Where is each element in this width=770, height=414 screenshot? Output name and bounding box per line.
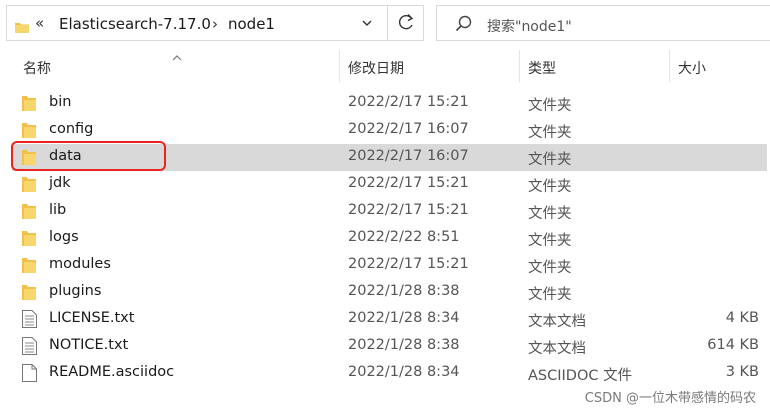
folder-icon bbox=[15, 18, 29, 37]
search-input[interactable]: 搜索"node1" bbox=[487, 16, 572, 36]
file-date: 2022/2/17 16:07 bbox=[348, 121, 469, 137]
address-dropdown-button[interactable] bbox=[355, 10, 379, 36]
refresh-button[interactable] bbox=[387, 6, 424, 40]
document-icon bbox=[22, 364, 37, 386]
column-header-row: 名称 修改日期 类型 大小 bbox=[0, 50, 770, 84]
file-row-lib[interactable]: lib 2022/2/17 15:21 文件夹 bbox=[12, 198, 767, 225]
file-name: config bbox=[49, 121, 94, 137]
folder-icon bbox=[22, 202, 36, 223]
column-divider[interactable] bbox=[519, 50, 520, 82]
search-icon bbox=[455, 15, 473, 37]
column-header-type[interactable]: 类型 bbox=[528, 58, 556, 78]
file-type: 文本文档 bbox=[528, 341, 586, 357]
search-box[interactable]: 搜索"node1" bbox=[436, 5, 770, 41]
chevron-down-icon bbox=[362, 20, 372, 26]
file-row-logs[interactable]: logs 2022/2/22 8:51 文件夹 bbox=[12, 225, 767, 252]
file-date: 2022/1/28 8:34 bbox=[348, 310, 460, 326]
file-type: 文件夹 bbox=[528, 179, 572, 195]
file-date: 2022/2/22 8:51 bbox=[348, 229, 460, 245]
file-name: plugins bbox=[49, 283, 102, 299]
refresh-icon bbox=[398, 14, 414, 30]
file-date: 2022/1/28 8:38 bbox=[348, 283, 460, 299]
breadcrumb-overflow-chevron[interactable]: « bbox=[35, 14, 44, 32]
file-type: 文件夹 bbox=[528, 152, 572, 168]
file-date: 2022/2/17 15:21 bbox=[348, 94, 469, 110]
file-date: 2022/2/17 16:07 bbox=[348, 148, 469, 164]
breadcrumb-segment-elasticsearch[interactable]: Elasticsearch-7.17.0 bbox=[59, 15, 211, 33]
column-header-name[interactable]: 名称 bbox=[23, 58, 51, 78]
file-date: 2022/1/28 8:34 bbox=[348, 364, 460, 380]
file-name: lib bbox=[49, 202, 67, 218]
column-header-size[interactable]: 大小 bbox=[678, 58, 706, 78]
file-size: 614 KB bbox=[707, 337, 759, 353]
file-name: modules bbox=[49, 256, 111, 272]
file-type: ASCIIDOC 文件 bbox=[528, 368, 633, 384]
file-type: 文件夹 bbox=[528, 233, 572, 249]
file-size: 3 KB bbox=[725, 364, 759, 380]
folder-icon bbox=[22, 283, 36, 304]
column-divider[interactable] bbox=[669, 50, 670, 82]
file-row-plugins[interactable]: plugins 2022/1/28 8:38 文件夹 bbox=[12, 279, 767, 306]
file-date: 2022/2/17 15:21 bbox=[348, 256, 469, 272]
file-name: LICENSE.txt bbox=[49, 310, 135, 326]
file-type: 文件夹 bbox=[528, 98, 572, 114]
folder-icon bbox=[22, 256, 36, 277]
file-type: 文件夹 bbox=[528, 206, 572, 222]
sort-ascending-icon bbox=[171, 47, 183, 66]
address-bar[interactable]: « Elasticsearch-7.17.0 › node1 bbox=[6, 5, 424, 41]
file-size: 4 KB bbox=[725, 310, 759, 326]
file-type: 文件夹 bbox=[528, 125, 572, 141]
file-date: 2022/1/28 8:38 bbox=[348, 337, 460, 353]
folder-icon bbox=[22, 175, 36, 196]
folder-icon bbox=[22, 121, 36, 142]
breadcrumb-segment-node1[interactable]: node1 bbox=[228, 15, 275, 33]
folder-icon bbox=[22, 229, 36, 250]
file-row-bin[interactable]: bin 2022/2/17 15:21 文件夹 bbox=[12, 90, 767, 117]
file-date: 2022/2/17 15:21 bbox=[348, 175, 469, 191]
breadcrumb-separator[interactable]: › bbox=[212, 15, 218, 33]
text-file-icon bbox=[22, 337, 37, 359]
file-name: bin bbox=[49, 94, 72, 110]
column-divider[interactable] bbox=[339, 50, 340, 82]
file-type: 文件夹 bbox=[528, 260, 572, 276]
file-date: 2022/2/17 15:21 bbox=[348, 202, 469, 218]
file-row-notice[interactable]: NOTICE.txt 2022/1/28 8:38 文本文档 614 KB bbox=[12, 333, 767, 360]
file-row-readme[interactable]: README.asciidoc 2022/1/28 8:34 ASCIIDOC … bbox=[12, 360, 767, 387]
folder-icon bbox=[22, 94, 36, 115]
annotation-highlight-box bbox=[11, 141, 166, 171]
file-name: NOTICE.txt bbox=[49, 337, 129, 353]
file-row-modules[interactable]: modules 2022/2/17 15:21 文件夹 bbox=[12, 252, 767, 279]
file-row-config[interactable]: config 2022/2/17 16:07 文件夹 bbox=[12, 117, 767, 144]
column-header-date[interactable]: 修改日期 bbox=[348, 58, 404, 78]
watermark: CSDN @一位木带感情的码农 bbox=[584, 391, 756, 406]
file-row-license[interactable]: LICENSE.txt 2022/1/28 8:34 文本文档 4 KB bbox=[12, 306, 767, 333]
file-type: 文件夹 bbox=[528, 287, 572, 303]
text-file-icon bbox=[22, 310, 37, 332]
file-name: logs bbox=[49, 229, 79, 245]
file-type: 文本文档 bbox=[528, 314, 586, 330]
file-row-jdk[interactable]: jdk 2022/2/17 15:21 文件夹 bbox=[12, 171, 767, 198]
file-name: jdk bbox=[49, 175, 71, 191]
file-name: README.asciidoc bbox=[49, 364, 175, 380]
